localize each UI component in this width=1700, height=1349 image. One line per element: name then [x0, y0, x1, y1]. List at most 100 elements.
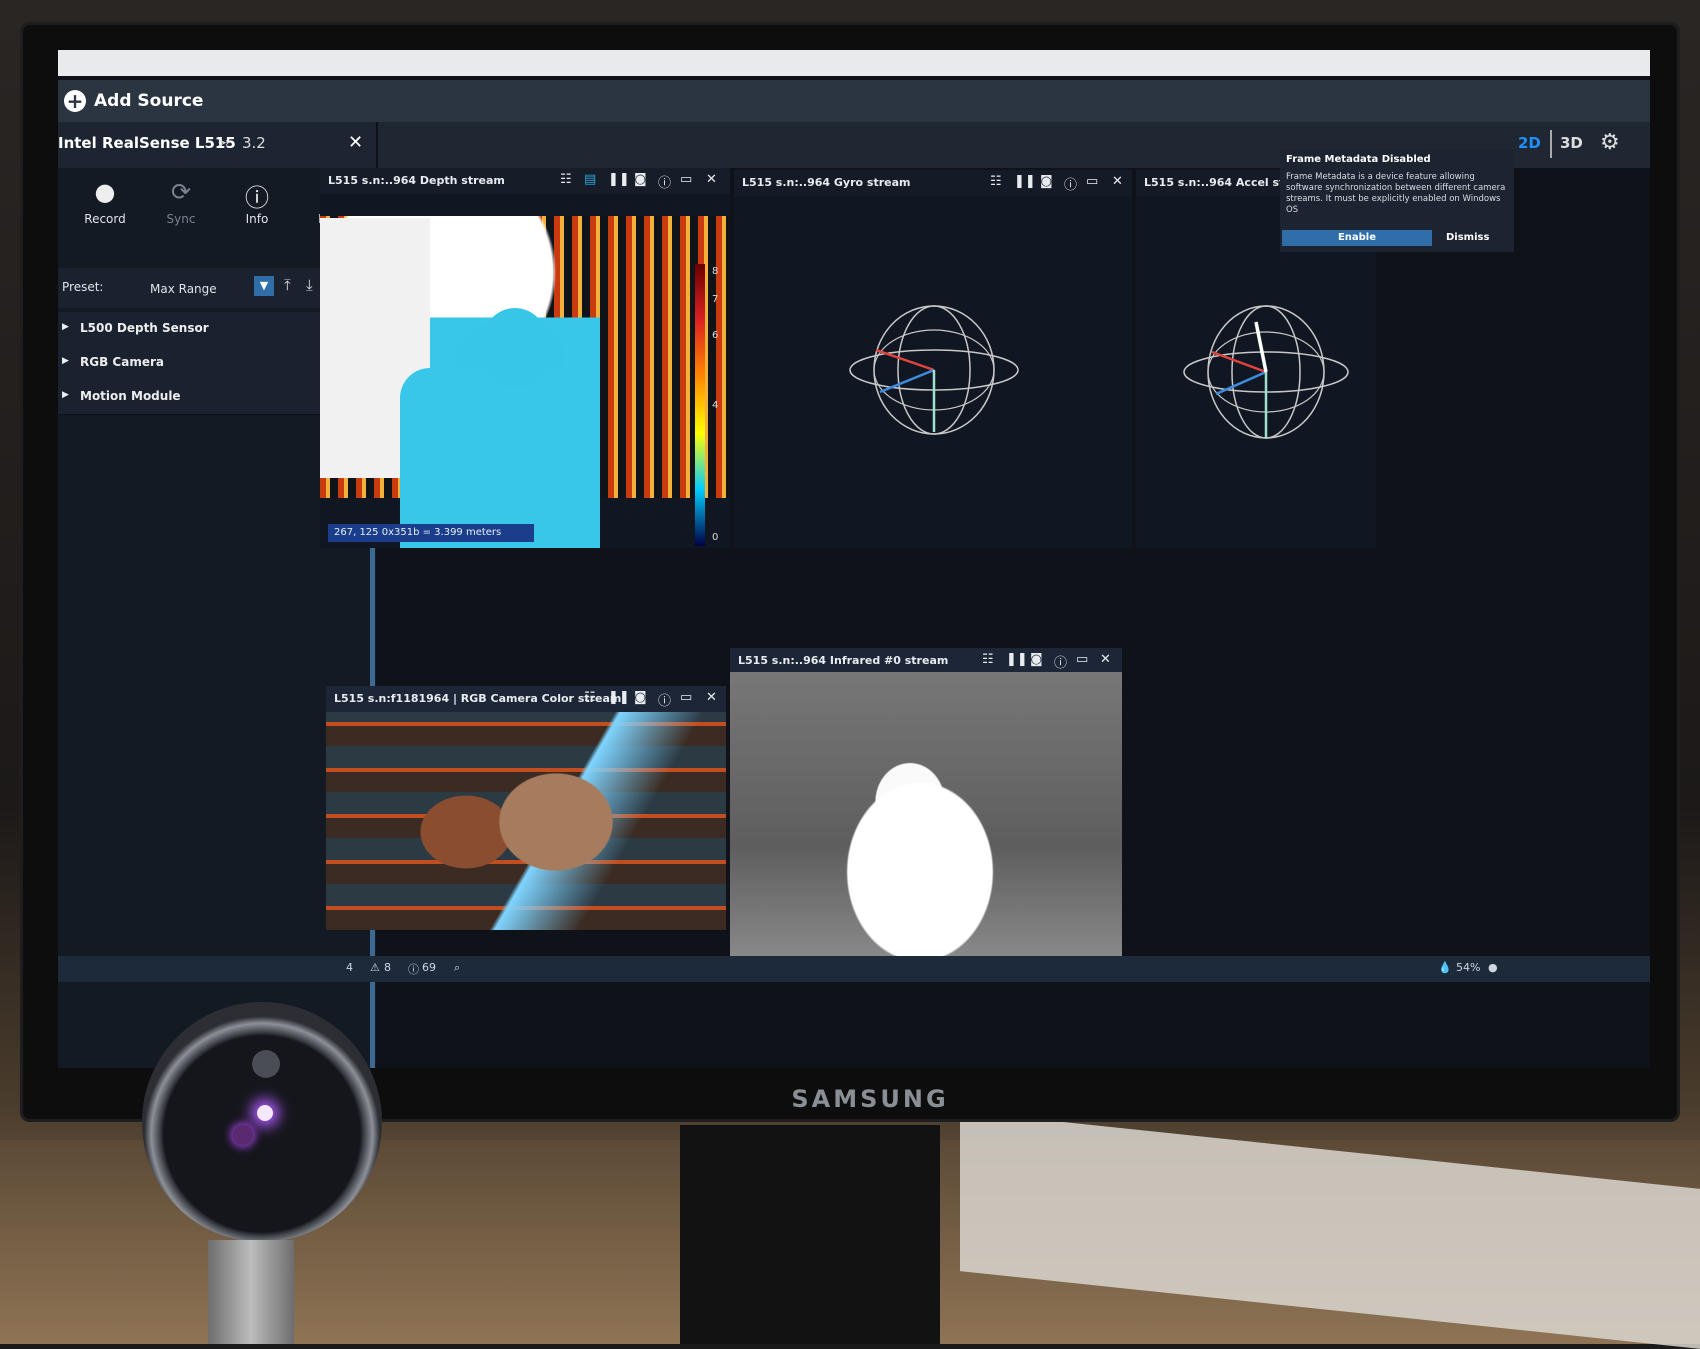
plus-icon: + [64, 90, 86, 112]
infrared-image[interactable] [730, 672, 1122, 962]
depth-person-head [480, 308, 550, 388]
camera-icon[interactable]: ◙ [634, 690, 647, 705]
download-icon[interactable]: ⤓ [306, 276, 313, 294]
record-icon: ● [94, 178, 116, 206]
panel-title: L515 s.n:..964 Depth stream [328, 174, 505, 187]
rgb-image[interactable] [326, 712, 726, 930]
view-separator [1550, 130, 1552, 158]
infrared-stream-panel: L515 s.n:..964 Infrared #0 stream ☷ ❚❚ ◙… [730, 648, 1122, 964]
camera-icon[interactable]: ◙ [1030, 652, 1043, 667]
depth-colorbar [695, 264, 705, 546]
sync-button[interactable]: ⟳ Sync [146, 178, 216, 226]
info-icon[interactable]: ⓘ [1054, 652, 1067, 671]
gear-icon[interactable]: ⚙ [1600, 130, 1620, 155]
close-icon[interactable]: ✕ [706, 172, 717, 187]
info-button[interactable]: ⓘ Info [222, 178, 292, 226]
panel-header: L515 s.n:f1181964 | RGB Camera Color str… [326, 686, 726, 712]
chart-icon[interactable]: ▤ [584, 172, 596, 187]
search-icon[interactable]: ⌕ [454, 961, 460, 975]
chevron-down-icon[interactable]: ▼ [254, 276, 274, 296]
camera-emitter [257, 1105, 273, 1121]
colorbar-tick: 4 [712, 400, 719, 411]
droplet-icon: 💧 [1438, 961, 1452, 974]
close-icon[interactable]: ✕ [1100, 652, 1111, 667]
view-2d-button[interactable]: 2D [1518, 134, 1541, 152]
usb-icon: ⭃ [218, 134, 230, 150]
camera-icon[interactable]: ◙ [1040, 174, 1053, 189]
info-icon: ⓘ [245, 184, 269, 212]
colorbar-tick: 7 [712, 294, 719, 305]
upload-icon[interactable]: ⤒ [284, 276, 291, 294]
colorbar-tick: 8 [712, 266, 719, 277]
close-icon[interactable]: ✕ [1112, 174, 1123, 189]
preset-label: Preset: [62, 280, 104, 294]
notification-body: Frame Metadata is a device feature allow… [1286, 172, 1506, 215]
list-icon[interactable]: ☷ [982, 652, 994, 667]
info-icon[interactable]: ⓘ [658, 690, 671, 709]
info-label: Info [245, 212, 269, 226]
expand-arrow-icon[interactable]: ▶ [62, 390, 69, 400]
list-icon[interactable]: ☷ [584, 690, 596, 705]
maximize-icon[interactable]: ▭ [1076, 652, 1088, 667]
panel-header: L515 s.n:..964 Depth stream ☷ ▤ ❚❚ ◙ ⓘ ▭… [320, 168, 730, 194]
record-label: Record [84, 212, 126, 226]
depth-readout: 267, 125 0x351b = 3.399 meters [328, 524, 534, 542]
expand-arrow-icon[interactable]: ▶ [62, 356, 69, 366]
dismiss-button[interactable]: Dismiss [1446, 232, 1489, 243]
add-source-button[interactable]: + Add Source [64, 86, 203, 116]
status-indicator-icon: ● [1488, 961, 1498, 974]
close-icon[interactable]: ✕ [706, 690, 717, 705]
gyro-stream-panel: L515 s.n:..964 Gyro stream ☷ ❚❚ ◙ ⓘ ▭ ✕ [734, 170, 1132, 548]
record-button[interactable]: ● Record [70, 178, 140, 226]
depth-person-body [400, 368, 600, 548]
sensor-name: RGB Camera [80, 355, 164, 369]
maximize-icon[interactable]: ▭ [680, 172, 692, 187]
panel-title: L515 s.n:..964 Infrared #0 stream [738, 654, 949, 667]
info-icon: ⓘ [408, 963, 419, 976]
pause-icon[interactable]: ❚❚ [1014, 174, 1036, 189]
close-icon[interactable]: ✕ [348, 132, 363, 153]
pause-icon[interactable]: ❚❚ [608, 690, 630, 705]
accel-gimbal-graphic [1183, 305, 1349, 439]
colorbar-tick: 6 [712, 330, 719, 341]
panel-header: L515 s.n:..964 Gyro stream ☷ ❚❚ ◙ ⓘ ▭ ✕ [734, 170, 1132, 196]
panel-title: L515 s.n:..964 Gyro stream [742, 176, 911, 189]
add-source-label: Add Source [94, 91, 204, 111]
view-3d-button[interactable]: 3D [1560, 134, 1583, 152]
list-icon[interactable]: ☷ [990, 174, 1002, 189]
monitor-stand [680, 1125, 940, 1344]
gyro-gimbal-graphic [849, 305, 1019, 435]
warning-icon: ⚠ [370, 961, 380, 974]
rgb-stream-panel: L515 s.n:f1181964 | RGB Camera Color str… [326, 686, 726, 930]
panel-title: L515 s.n:f1181964 | RGB Camera Color str… [334, 692, 622, 705]
colorbar-tick: 0 [712, 532, 719, 543]
enable-button[interactable]: Enable [1282, 230, 1432, 246]
camera-lens [252, 1050, 280, 1078]
status-bar: 4 ⚠ 8 ⓘ 69 ⌕ 💧 54% ● [58, 956, 1650, 982]
camera-icon[interactable]: ◙ [634, 172, 647, 187]
device-name: Intel RealSense L515 [58, 134, 236, 152]
expand-arrow-icon[interactable]: ▶ [62, 322, 69, 332]
camera-lens [233, 1125, 253, 1145]
top-toolbar: + Add Source [58, 80, 1650, 122]
sensor-name: Motion Module [80, 389, 181, 403]
window-titlebar [58, 50, 1650, 76]
monitor-brand: SAMSUNG [791, 1085, 949, 1113]
metadata-notification: Frame Metadata Disabled Frame Metadata i… [1280, 150, 1514, 252]
maximize-icon[interactable]: ▭ [680, 690, 692, 705]
list-icon[interactable]: ☷ [560, 172, 572, 187]
sync-icon: ⟳ [170, 178, 192, 206]
pause-icon[interactable]: ❚❚ [608, 172, 630, 187]
pause-icon[interactable]: ❚❚ [1006, 652, 1028, 667]
depth-stream-panel: L515 s.n:..964 Depth stream ☷ ▤ ❚❚ ◙ ⓘ ▭… [320, 168, 730, 548]
info-icon[interactable]: ⓘ [1064, 174, 1077, 193]
info-icon[interactable]: ⓘ [658, 172, 671, 191]
sync-label: Sync [166, 212, 196, 226]
preset-select[interactable]: Max Range [150, 282, 217, 296]
cpu-usage: 54% [1456, 961, 1481, 974]
error-count[interactable]: 4 [346, 961, 353, 974]
maximize-icon[interactable]: ▭ [1086, 174, 1098, 189]
info-count[interactable]: 69 [422, 961, 436, 974]
warning-count[interactable]: 8 [384, 961, 391, 974]
panel-header: L515 s.n:..964 Infrared #0 stream ☷ ❚❚ ◙… [730, 648, 1122, 674]
